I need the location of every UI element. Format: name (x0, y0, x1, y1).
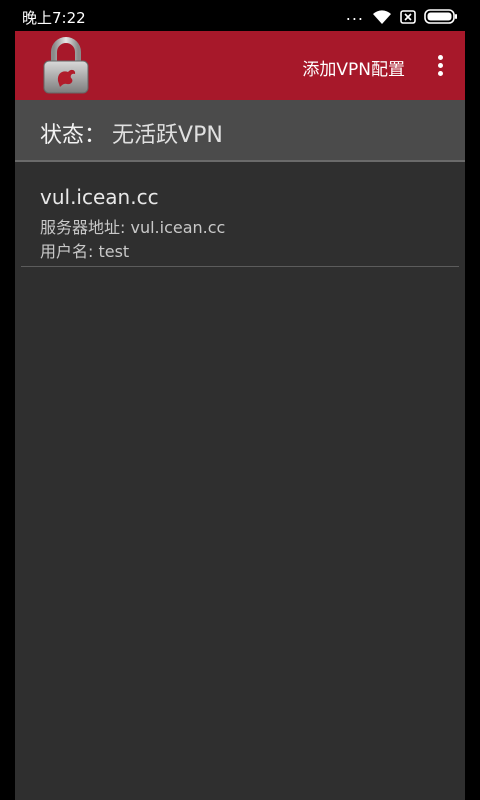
padlock-icon (41, 37, 91, 95)
status-icons: ... (345, 5, 458, 26)
toolbar: 添加VPN配置 (15, 31, 465, 100)
vpn-server-address: 服务器地址: vul.icean.cc (40, 218, 226, 237)
clock: 晚上7:22 (22, 9, 86, 27)
system-status-bar: 晚上7:22 ... (0, 0, 480, 31)
battery-icon (424, 9, 458, 24)
vpn-profile-item[interactable]: vul.icean.cc 服务器地址: vul.icean.cc 用户名: te… (21, 162, 459, 267)
app-window: 添加VPN配置 状态： 无活跃VPN vul.icean.cc 服务器地址: vu… (15, 31, 465, 800)
vpn-username: 用户名: test (40, 242, 130, 261)
status-value: 无活跃VPN (112, 123, 223, 148)
more-vert-icon[interactable] (437, 55, 445, 77)
signal-dots-icon: ... (345, 5, 364, 24)
wifi-icon (372, 9, 392, 25)
vpn-status-row: 状态： 无活跃VPN (15, 100, 465, 162)
status-label: 状态： (40, 123, 107, 148)
add-vpn-config-button[interactable]: 添加VPN配置 (302, 55, 405, 80)
no-sim-icon (400, 9, 416, 24)
vpn-profile-name: vul.icean.cc (40, 185, 159, 209)
status-text: 状态： 无活跃VPN (40, 117, 223, 149)
